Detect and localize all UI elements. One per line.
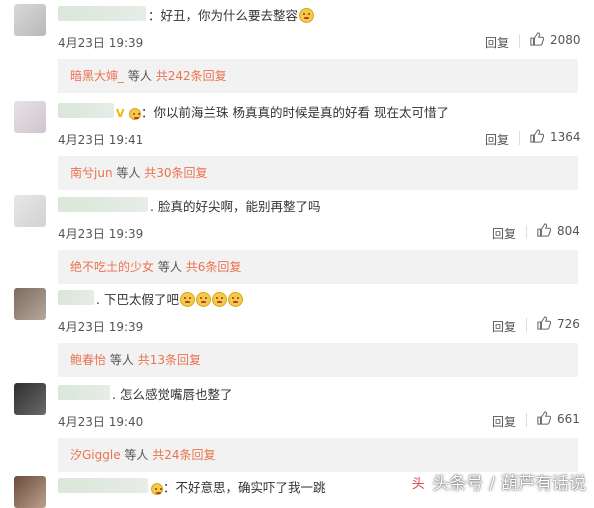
comment-text: ：不好意思，确实吓了我一跳 (150, 477, 326, 496)
comment-timestamp: 4月23日 19:39 (58, 320, 144, 334)
like-count: 661 (557, 412, 580, 426)
divider (519, 34, 520, 48)
reply-button[interactable]: 回复 (492, 225, 516, 242)
comment-timestamp: 4月23日 19:40 (58, 415, 144, 429)
comment-timestamp: 4月23日 19:41 (58, 133, 144, 147)
reply-button[interactable]: 回复 (492, 413, 516, 430)
reply-user-link[interactable]: 南兮jun (70, 166, 113, 180)
username-blurred[interactable] (58, 6, 146, 21)
reply-summary[interactable]: 南兮jun 等人 共30条回复 (58, 156, 578, 190)
reply-count-link[interactable]: 共6条回复 (186, 260, 242, 274)
reply-user-link[interactable]: 暗黑大婶_ (70, 69, 124, 83)
thumbs-up-icon (530, 129, 544, 143)
reply-user-link[interactable]: 鲍春怡 (70, 353, 106, 367)
reply-user-link[interactable]: 汐Giggle (70, 448, 121, 462)
like-count: 1364 (550, 130, 581, 144)
like-count: 726 (557, 317, 580, 331)
grimace-icon (195, 292, 211, 307)
reply-summary[interactable]: 鲍春怡 等人 共13条回复 (58, 343, 578, 377)
thumbs-up-icon (537, 223, 551, 237)
grimace-icon (211, 292, 227, 307)
like-count: 804 (557, 224, 580, 238)
avatar[interactable] (14, 4, 46, 36)
toutiao-logo-icon: 头 (408, 475, 429, 495)
like-button[interactable]: 1364 (530, 129, 581, 147)
badge-icon (151, 483, 163, 495)
divider (519, 131, 520, 145)
avatar[interactable] (14, 383, 46, 415)
avatar[interactable] (14, 101, 46, 133)
verified-badge-icon: V (116, 107, 125, 120)
reply-summary[interactable]: 汐Giggle 等人 共24条回复 (58, 438, 578, 472)
reply-count-link[interactable]: 共30条回复 (144, 166, 207, 180)
reply-count-link[interactable]: 共242条回复 (156, 69, 227, 83)
like-button[interactable]: 726 (537, 316, 580, 334)
username-blurred[interactable] (58, 290, 94, 305)
username-blurred[interactable] (58, 197, 148, 212)
avatar[interactable] (14, 476, 46, 508)
reply-summary[interactable]: 绝不吃土的少女 等人 共6条回复 (58, 250, 578, 284)
reply-summary[interactable]: 暗黑大婶_ 等人 共242条回复 (58, 59, 578, 93)
divider (526, 413, 527, 427)
thumbs-up-icon (537, 316, 551, 330)
avatar[interactable] (14, 288, 46, 320)
username-blurred[interactable] (58, 103, 114, 118)
comment-timestamp: 4月23日 19:39 (58, 227, 144, 241)
reply-count-link[interactable]: 共13条回复 (138, 353, 201, 367)
comment-timestamp: 4月23日 19:39 (58, 36, 144, 50)
reply-button[interactable]: 回复 (485, 131, 509, 148)
username-blurred[interactable] (58, 478, 148, 493)
thumbs-up-icon (537, 411, 551, 425)
grimace-icon (227, 292, 243, 307)
like-count: 2080 (550, 33, 581, 47)
smiley-icon (299, 8, 315, 23)
grimace-icon (179, 292, 195, 307)
like-button[interactable]: 804 (537, 223, 580, 241)
username-blurred[interactable] (58, 385, 110, 400)
comment-text: ：好丑，你为什么要去整容 (148, 5, 315, 24)
divider (526, 318, 527, 332)
comment-text: . 怎么感觉嘴唇也整了 (112, 387, 233, 402)
comment-text: . 下巴太假了吧 (96, 289, 243, 308)
avatar[interactable] (14, 195, 46, 227)
thumbs-up-icon (530, 32, 544, 46)
watermark: 头头条号 / 葫芦有话说 (408, 469, 586, 495)
comment-text: V ：你以前海兰珠 杨真真的时候是真的好看 现在太可惜了 (116, 105, 449, 120)
comment-text: . 脸真的好尖啊，能别再整了吗 (150, 199, 321, 214)
badge-icon (129, 108, 141, 120)
reply-count-link[interactable]: 共24条回复 (152, 448, 215, 462)
like-button[interactable]: 661 (537, 411, 580, 429)
divider (526, 225, 527, 239)
reply-button[interactable]: 回复 (485, 34, 509, 51)
like-button[interactable]: 2080 (530, 32, 581, 50)
reply-user-link[interactable]: 绝不吃土的少女 (70, 260, 154, 274)
reply-button[interactable]: 回复 (492, 318, 516, 335)
